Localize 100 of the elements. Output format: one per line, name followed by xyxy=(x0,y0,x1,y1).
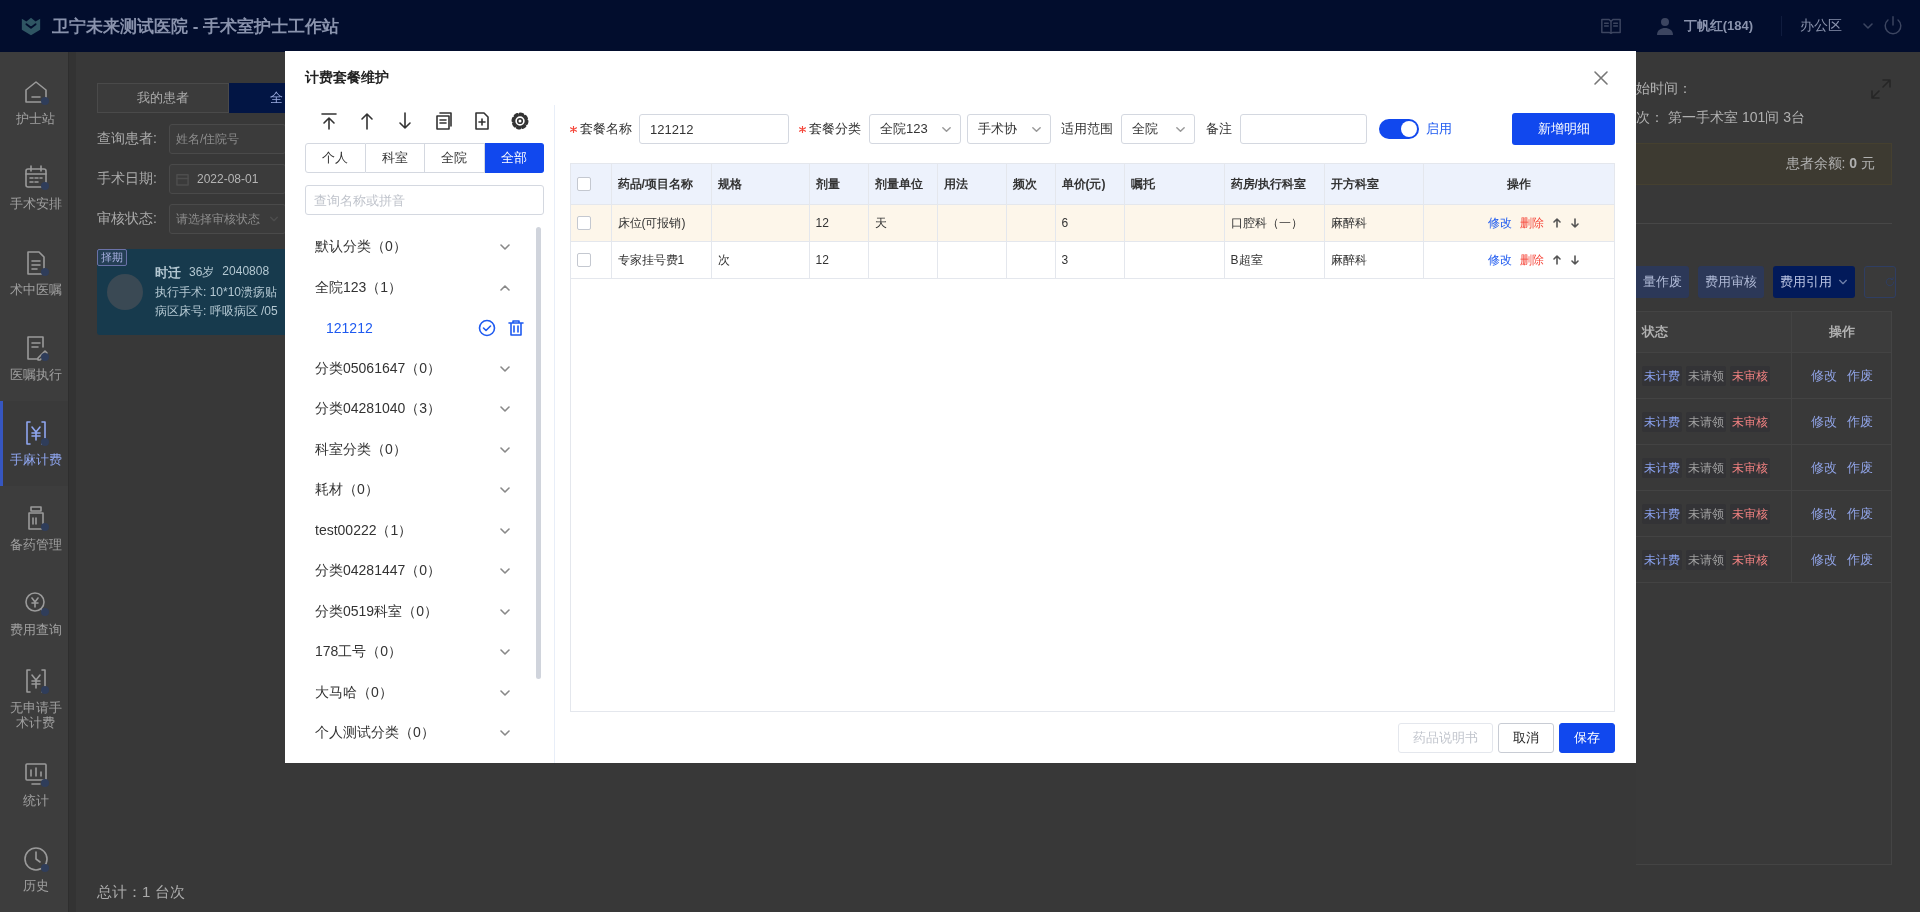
info-value: 第一手术室 101间 3台 xyxy=(1668,109,1805,127)
select-field[interactable]: 请选择审核状态 xyxy=(169,204,286,234)
table-row[interactable]: 床位(可报销) 12 天 6 口腔科（一） 麻醉科 修改 删除 xyxy=(571,204,1614,242)
tree-item[interactable]: 分类04281447（0） xyxy=(305,551,533,592)
tab[interactable]: 全部 xyxy=(484,143,544,173)
action-link[interactable]: 作废 xyxy=(1846,504,1873,523)
save-button[interactable]: 保存 xyxy=(1559,723,1615,753)
scrollbar[interactable] xyxy=(536,227,541,679)
delete-link[interactable]: 删除 xyxy=(1519,214,1544,232)
field-label: 套餐分类 xyxy=(799,120,861,138)
tree-item[interactable]: 大马哈（0） xyxy=(305,672,533,713)
arrow-up-icon[interactable] xyxy=(1551,255,1562,265)
select-field[interactable]: 全院 xyxy=(1121,114,1195,144)
tab[interactable]: 科室 xyxy=(365,143,425,173)
field-label: 适用范围 xyxy=(1061,120,1113,138)
action-link[interactable]: 修改 xyxy=(1810,550,1837,569)
scrollbar[interactable] xyxy=(68,52,76,912)
check-circle-icon[interactable] xyxy=(478,319,496,338)
sidebar-item[interactable]: 医嘱执行 xyxy=(0,315,68,401)
settings-icon[interactable] xyxy=(509,111,530,131)
tree-item[interactable]: 默认分类（0） xyxy=(305,227,533,268)
tree-item[interactable]: 178工号（0） xyxy=(305,632,533,673)
user-name[interactable]: 丁帆红(184) xyxy=(1683,17,1753,35)
status-tag: 未计费 xyxy=(1642,411,1682,432)
arrow-down-icon[interactable] xyxy=(1569,255,1580,265)
add-detail-button[interactable]: 新增明细 xyxy=(1512,113,1615,145)
sidebar-item[interactable]: 历史 xyxy=(0,826,68,912)
tree-item[interactable]: 分类05061647（0） xyxy=(305,348,533,389)
document-list-icon[interactable] xyxy=(433,111,454,131)
tab[interactable]: 我的患者 xyxy=(97,83,229,113)
sidebar-item[interactable]: 统计 xyxy=(0,741,68,827)
delete-link[interactable]: 删除 xyxy=(1519,251,1544,269)
table-row[interactable]: 专家挂号费1 次 12 3 B超室 麻醉科 修改 删除 xyxy=(571,241,1614,279)
tab[interactable]: 全 xyxy=(229,83,286,113)
patient-number: 2040808 xyxy=(222,264,270,280)
status-tag: 未请领 xyxy=(1686,457,1726,478)
input-field[interactable]: 121212 xyxy=(639,114,789,144)
sidebar-item[interactable]: 费用查询 xyxy=(0,571,68,657)
status-tag: 未计费 xyxy=(1642,549,1682,570)
patient-card[interactable]: 择期 时迁 36岁 2040808 执行手术: 10*10溃疡贴 病区床号: 呼吸病区 /05 xyxy=(97,249,286,335)
column-header: 状态 xyxy=(1642,323,1668,341)
action-button[interactable]: 量作废 xyxy=(1636,266,1689,298)
trash-icon[interactable] xyxy=(507,319,525,338)
table-cell: 专家挂号费1 xyxy=(617,252,685,267)
area-name[interactable]: 办公区 xyxy=(1800,17,1842,35)
action-link[interactable]: 作废 xyxy=(1846,366,1873,385)
balance-text: 患者余额: 0 元 xyxy=(1785,155,1875,173)
search-field[interactable]: 查询名称或拼音 xyxy=(305,185,544,215)
sidebar-item[interactable]: 术中医嘱 xyxy=(0,230,68,316)
close-icon[interactable] xyxy=(1593,70,1609,86)
chevron-down-icon xyxy=(1838,277,1848,287)
edit-link[interactable]: 修改 xyxy=(1487,214,1512,232)
clock-icon xyxy=(21,844,50,873)
checkbox[interactable] xyxy=(577,253,591,268)
tree-item[interactable]: test00222（1） xyxy=(305,510,533,551)
to-top-icon[interactable] xyxy=(319,111,339,131)
footer-button[interactable]: 取消 xyxy=(1498,723,1554,753)
date-field[interactable]: 2022-08-01 xyxy=(169,164,286,194)
arrow-down-icon[interactable] xyxy=(1569,218,1580,228)
action-link[interactable]: 作废 xyxy=(1846,550,1873,569)
action-link[interactable]: 修改 xyxy=(1810,366,1837,385)
logo-icon xyxy=(20,15,42,37)
input-field[interactable]: 姓名/住院号 xyxy=(169,124,286,154)
tree-item[interactable]: 121212 xyxy=(326,320,373,337)
sidebar-item[interactable]: 手术安排 xyxy=(0,145,68,231)
sidebar-item[interactable]: 护士站 xyxy=(0,60,68,146)
action-link[interactable]: 作废 xyxy=(1846,412,1873,431)
input-field[interactable] xyxy=(1240,114,1367,144)
status-tag: 未计费 xyxy=(1642,457,1682,478)
sidebar-item[interactable]: 无申请手术计费 xyxy=(0,656,68,742)
toggle-switch[interactable] xyxy=(1379,119,1419,139)
action-link[interactable]: 作废 xyxy=(1846,458,1873,477)
refresh-icon xyxy=(1885,277,1895,287)
sidebar-item[interactable]: 备药管理 xyxy=(0,486,68,572)
select-field[interactable]: 手术协 xyxy=(967,114,1051,144)
tree-item[interactable]: 全院123（1） xyxy=(305,267,533,308)
status-tag: 未请领 xyxy=(1686,365,1726,386)
tab[interactable]: 个人 xyxy=(305,143,366,173)
tree-item[interactable]: 分类0519科室（0） xyxy=(305,591,533,632)
column-header: 操作 xyxy=(1828,323,1855,341)
action-button[interactable]: 费用审核 xyxy=(1698,266,1764,298)
action-link[interactable]: 修改 xyxy=(1810,504,1837,523)
checkbox[interactable] xyxy=(577,216,591,231)
dropdown-button[interactable]: 费用引用 xyxy=(1773,266,1855,298)
action-link[interactable]: 修改 xyxy=(1810,412,1837,431)
tree-item[interactable]: 分类04281040（3） xyxy=(305,389,533,430)
edit-link[interactable]: 修改 xyxy=(1487,251,1512,269)
status-tag: 未审核 xyxy=(1730,549,1770,570)
arrow-up-icon[interactable] xyxy=(1551,218,1562,228)
tree-item[interactable]: 科室分类（0） xyxy=(305,429,533,470)
action-link[interactable]: 修改 xyxy=(1810,458,1837,477)
tree-item[interactable]: 耗材（0） xyxy=(305,470,533,511)
tab[interactable]: 全院 xyxy=(425,143,485,173)
checkbox[interactable] xyxy=(577,177,591,192)
dialog-title: 计费套餐维护 xyxy=(305,69,389,87)
tree-item[interactable]: 个人测试分类（0） xyxy=(305,713,533,754)
total-count: 总计：1 台次 xyxy=(97,883,186,902)
table-cell: 床位(可报销) xyxy=(617,215,686,230)
select-field[interactable]: 全院123 xyxy=(869,114,961,144)
column-header: 药房/执行科室 xyxy=(1230,176,1306,191)
